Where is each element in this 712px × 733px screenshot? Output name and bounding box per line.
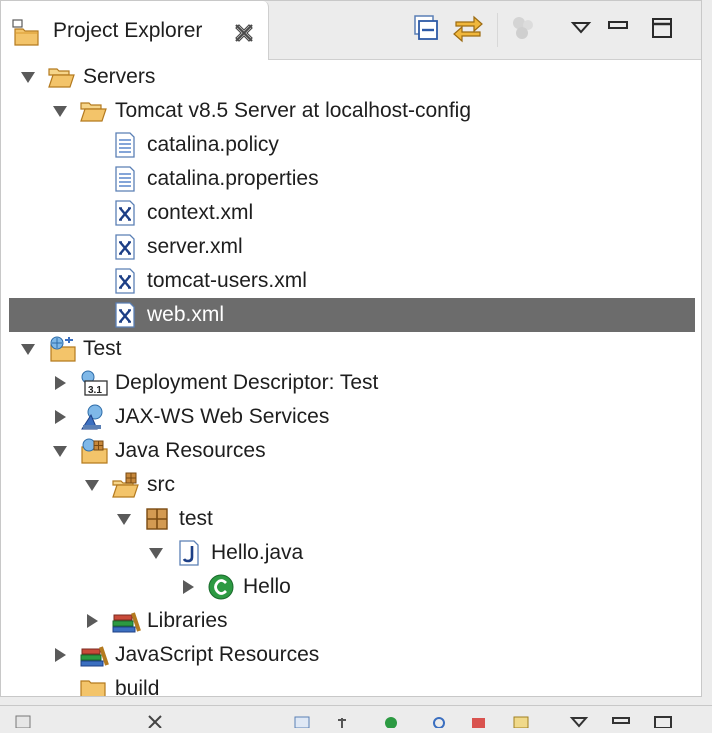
tree-item-java-resources[interactable]: Java Resources: [9, 434, 695, 468]
filters-button[interactable]: [507, 13, 541, 47]
link-with-editor-icon: [452, 13, 484, 48]
tree-item-label: Servers: [83, 65, 156, 88]
tree-item-label: catalina.properties: [147, 167, 319, 190]
collapse-all-button[interactable]: [409, 13, 443, 47]
text-file-icon: [111, 131, 139, 159]
tab-project-explorer[interactable]: Project Explorer: [1, 1, 269, 60]
expanded-twisty-icon[interactable]: [147, 544, 165, 562]
svg-text:3.1: 3.1: [88, 385, 102, 396]
xml-file-icon: [111, 301, 139, 329]
tree-item-javascript-resources[interactable]: JavaScript Resources: [9, 638, 695, 672]
tree-item-label: Java Resources: [115, 439, 266, 462]
tree-item-label: tomcat-users.xml: [147, 269, 307, 292]
tree-item-label: Hello.java: [211, 541, 304, 564]
collapsed-twisty-icon[interactable]: [83, 612, 101, 630]
xml-file-icon: [111, 267, 139, 295]
toolbar-separator: [497, 13, 498, 47]
tree-item-tomcat-v8-5-server-at-localhost-config[interactable]: Tomcat v8.5 Server at localhost-config: [9, 94, 695, 128]
tree-item-label: Hello: [243, 575, 291, 598]
expanded-twisty-icon[interactable]: [115, 510, 133, 528]
bottom-panel-toolbar: [0, 705, 712, 729]
minimize-button[interactable]: [601, 13, 635, 47]
java-file-icon: [175, 539, 203, 567]
java-resources-icon: [79, 437, 108, 465]
view-menu-icon: [570, 19, 592, 42]
collapsed-twisty-icon[interactable]: [179, 578, 197, 596]
xml-file-icon: [111, 199, 139, 227]
expanded-twisty-icon[interactable]: [51, 102, 69, 120]
close-icon[interactable]: [233, 22, 255, 44]
class-icon: [207, 573, 235, 601]
tree-item-label: web.xml: [147, 303, 225, 326]
tree-item-hello-java[interactable]: Hello.java: [9, 536, 695, 570]
tree-item-label: catalina.policy: [147, 133, 279, 156]
web-project-icon: [47, 335, 76, 363]
tree-item-servers[interactable]: Servers: [9, 60, 695, 94]
tree-item-label: Tomcat v8.5 Server at localhost-config: [115, 99, 471, 122]
minimize-icon: [607, 19, 629, 42]
web-services-icon: [79, 403, 107, 431]
tree-item-label: server.xml: [147, 235, 243, 258]
collapsed-twisty-icon[interactable]: [51, 408, 69, 426]
tree-item-server-xml[interactable]: server.xml: [9, 230, 695, 264]
tree-item-label: Deployment Descriptor: Test: [115, 371, 379, 394]
expanded-twisty-icon[interactable]: [51, 442, 69, 460]
tree-item-tomcat-users-xml[interactable]: tomcat-users.xml: [9, 264, 695, 298]
tree-item-build[interactable]: build: [9, 672, 695, 696]
tree-item-label: Libraries: [147, 609, 228, 632]
deployment-descriptor-icon: 3.1: [79, 369, 108, 397]
tree-item-deployment-descriptor-test[interactable]: 3.1 Deployment Descriptor: Test: [9, 366, 695, 400]
project-explorer-icon: [11, 19, 43, 47]
tree-item-label: test: [179, 507, 213, 530]
expanded-twisty-icon[interactable]: [19, 68, 37, 86]
tree-item-jax-ws-web-services[interactable]: JAX-WS Web Services: [9, 400, 695, 434]
tree-item-catalina-properties[interactable]: catalina.properties: [9, 162, 695, 196]
collapse-all-icon: [412, 14, 440, 47]
package-icon: [143, 505, 171, 533]
project-explorer-view: Project Explorer Servers Tomcat v8.5 Ser…: [0, 0, 702, 697]
tree-item-label: context.xml: [147, 201, 254, 224]
expanded-twisty-icon[interactable]: [83, 476, 101, 494]
tree-item-src[interactable]: src: [9, 468, 695, 502]
collapsed-twisty-icon[interactable]: [51, 374, 69, 392]
tree-item-label: build: [115, 677, 160, 696]
tree-item-libraries[interactable]: Libraries: [9, 604, 695, 638]
xml-file-icon: [111, 233, 139, 261]
tree-item-context-xml[interactable]: context.xml: [9, 196, 695, 230]
folder-open-icon: [47, 63, 75, 91]
link-with-editor-button[interactable]: [451, 13, 485, 47]
tree-item-test[interactable]: Test: [9, 332, 695, 366]
view-menu-button[interactable]: [564, 13, 598, 47]
tree-item-hello[interactable]: Hello: [9, 570, 695, 604]
tree-item-web-xml[interactable]: web.xml: [9, 298, 695, 332]
project-tree: Servers Tomcat v8.5 Server at localhost-c…: [1, 60, 701, 696]
tree-item-test[interactable]: test: [9, 502, 695, 536]
tab-title: Project Explorer: [53, 19, 203, 42]
text-file-icon: [111, 165, 139, 193]
collapsed-twisty-icon[interactable]: [51, 646, 69, 664]
tree-item-label: src: [147, 473, 175, 496]
view-tab-bar: Project Explorer: [1, 1, 701, 60]
folder-icon: [79, 675, 107, 696]
libraries-icon: [111, 607, 141, 635]
tree-item-label: Test: [83, 337, 122, 360]
expanded-twisty-icon[interactable]: [19, 340, 37, 358]
source-folder-icon: [111, 471, 139, 499]
maximize-icon: [650, 16, 674, 45]
tree-item-catalina-policy[interactable]: catalina.policy: [9, 128, 695, 162]
filters-icon: [509, 13, 539, 48]
maximize-button[interactable]: [645, 13, 679, 47]
tree-item-label: JavaScript Resources: [115, 643, 320, 666]
libraries-icon: [79, 641, 109, 669]
folder-open-icon: [79, 97, 107, 125]
tree-item-label: JAX-WS Web Services: [115, 405, 330, 428]
